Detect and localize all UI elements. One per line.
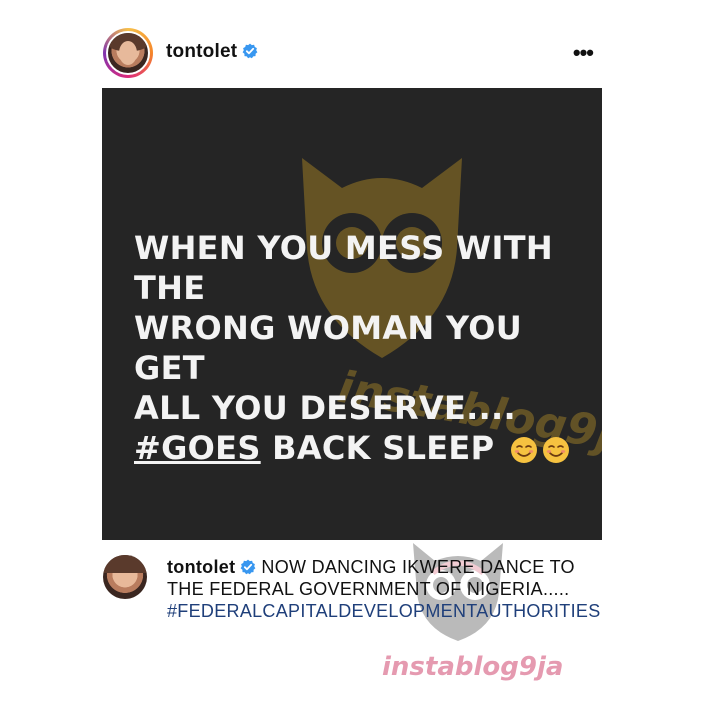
post-hashtag: #GOES [134,429,261,467]
more-options-icon[interactable]: ••• [573,40,594,66]
caption-avatar-hair [103,555,147,573]
watermark-text-bottom: instablog9ja [382,652,564,682]
username-text[interactable]: tontolet [166,41,237,62]
avatar-face [119,41,137,65]
post-image[interactable]: instablog9ja WHEN YOU MESS WITH THE WRON… [102,88,602,540]
post-quote: WHEN YOU MESS WITH THE WRONG WOMAN YOU G… [134,228,584,468]
post-line-4: #GOES BACK SLEEP [134,428,584,468]
caption-text-block: tontolet NOW DANCING IKWERE DANCE TO THE… [167,556,607,622]
smiling-face-icon [542,437,569,463]
caption-avatar[interactable] [103,555,147,599]
verified-badge-icon [240,559,256,575]
avatar[interactable] [106,31,150,75]
caption-hashtag-link[interactable]: #FEDERALCAPITALDEVELOPMENTAUTHORITIES [167,600,607,622]
username-header[interactable]: tontolet [166,41,258,63]
story-ring[interactable] [103,28,153,78]
post-header: tontolet ••• [103,28,603,80]
post-line-2: WRONG WOMAN YOU GET [134,309,523,387]
post-line-3: ALL YOU DESERVE.... [134,389,516,427]
post-line-4-text: BACK SLEEP [272,429,495,467]
caption-username[interactable]: tontolet [167,557,235,577]
verified-badge-icon [242,43,258,59]
smiling-face-icon [510,437,537,463]
post-line-1: WHEN YOU MESS WITH THE [134,229,553,307]
